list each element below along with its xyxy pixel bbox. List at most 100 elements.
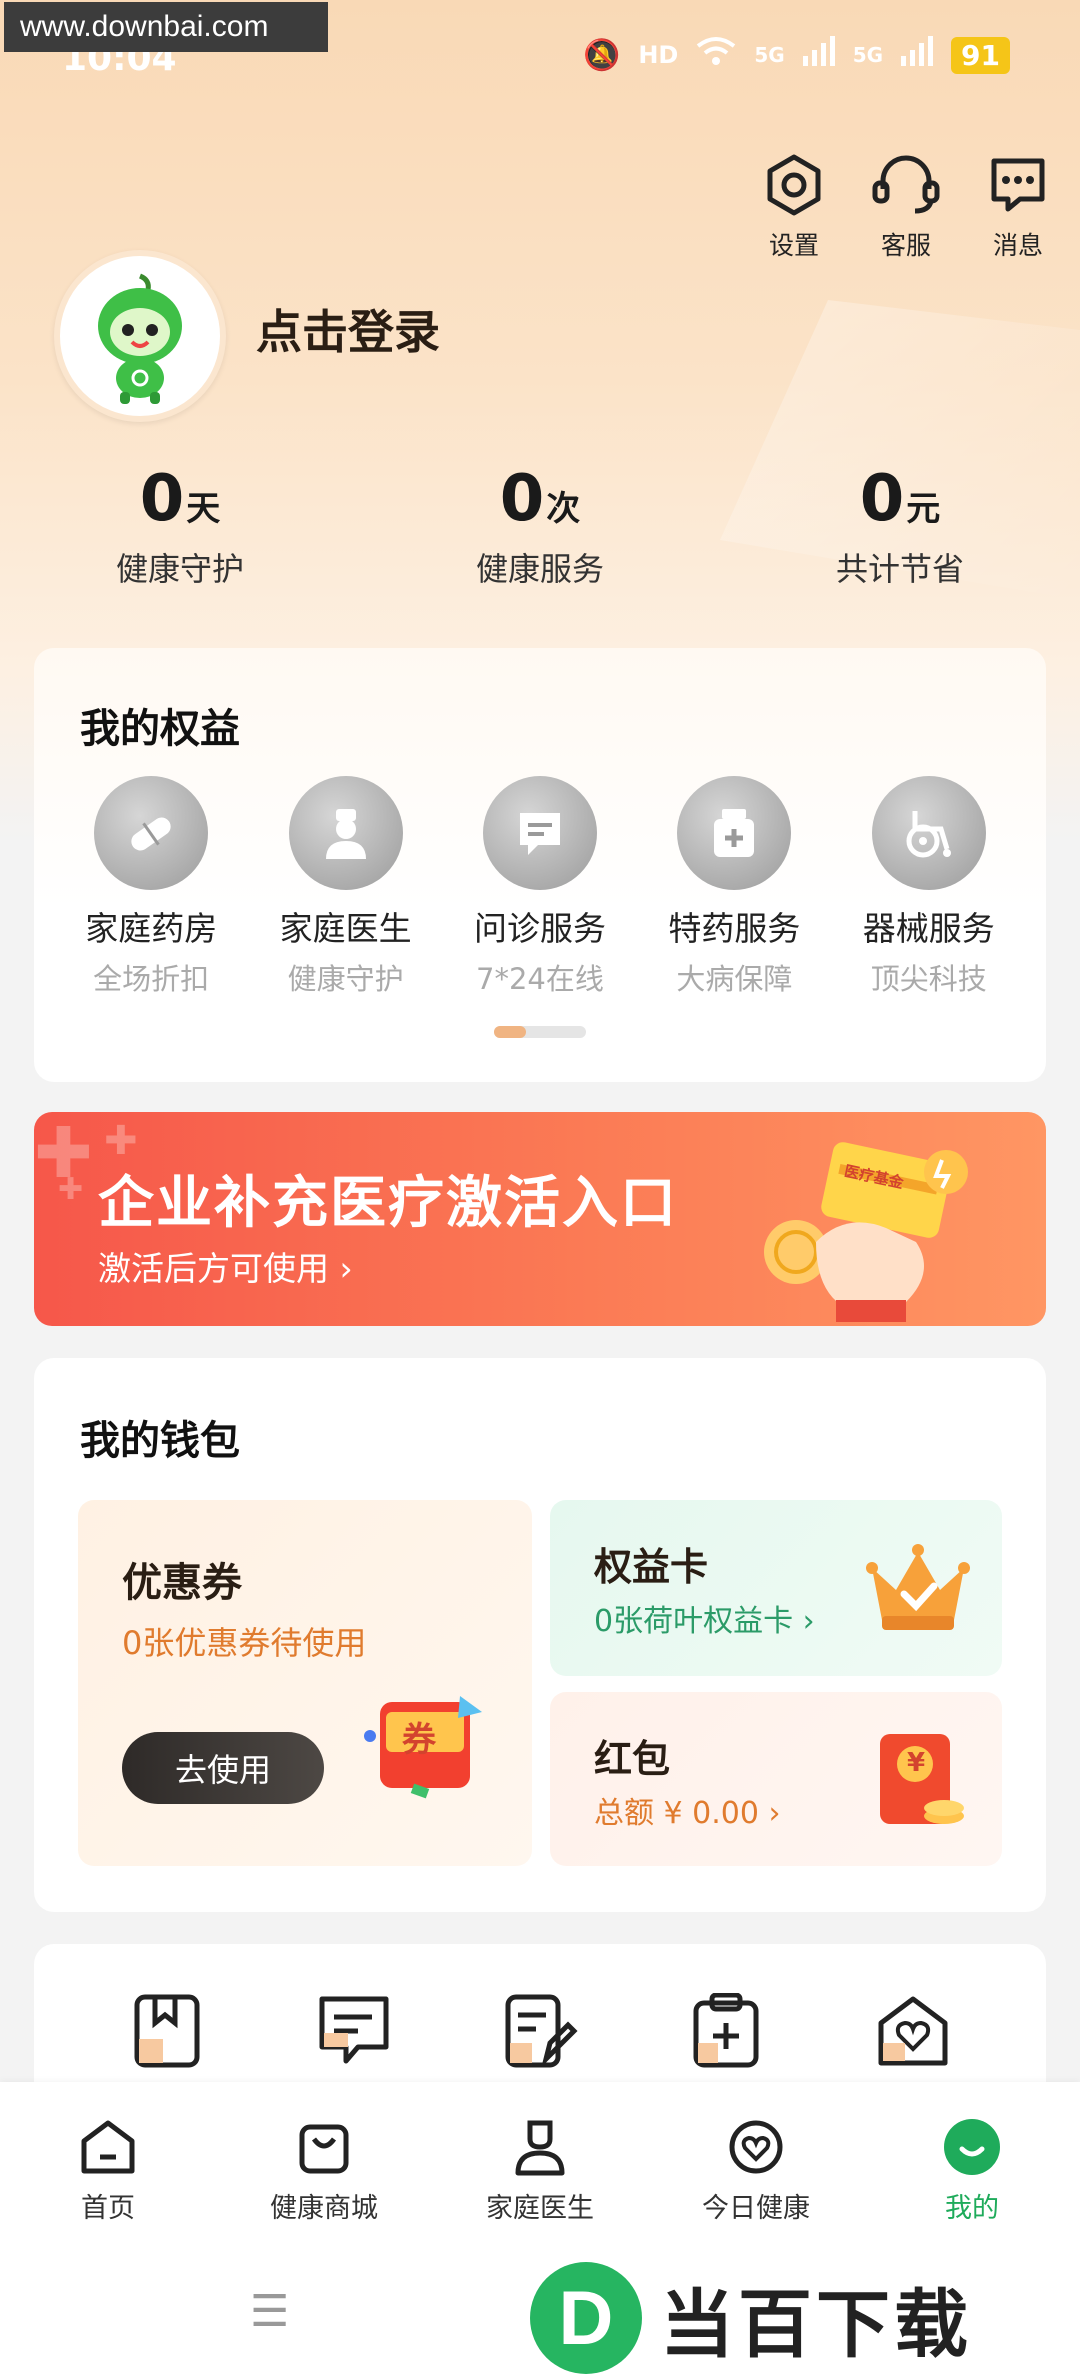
crown-icon: [858, 1528, 978, 1648]
wifi-icon: [696, 36, 736, 74]
family-health-icon[interactable]: [874, 1992, 952, 2070]
rights-title: 我的权益: [80, 706, 240, 752]
nav-label: 健康商城: [270, 2193, 378, 2224]
rights-pager: [494, 1026, 586, 1038]
nav-label: 首页: [81, 2193, 135, 2224]
chat-icon: [482, 776, 597, 890]
stat-unit: 次: [546, 489, 581, 529]
doctor-icon: [288, 776, 403, 890]
settings-label: 设置: [768, 231, 819, 260]
chevron-right-icon: ›: [768, 1796, 781, 1831]
stats-row: 0天 健康守护 0次 健康服务 0元 共计节省: [0, 462, 1080, 590]
nav-home[interactable]: 首页: [0, 2082, 216, 2246]
header-actions: 设置 客服 消息: [758, 150, 1054, 262]
rights-list: 家庭药房 全场折扣 家庭医生 健康守护 问诊服务 7*24在线 特药服务 大病保…: [34, 776, 1046, 998]
rights-item-sub: 顶尖科技: [870, 962, 987, 996]
nav-today-health[interactable]: 今日健康: [648, 2082, 864, 2246]
signal-icon: [802, 36, 835, 74]
nav-label: 我的: [945, 2193, 999, 2224]
battery-indicator: 91: [951, 36, 1010, 74]
heart-icon: [725, 2116, 787, 2178]
messages-button[interactable]: 消息: [982, 150, 1054, 262]
profile-icon: [941, 2116, 1003, 2178]
red-packet-title: 红包: [594, 1737, 671, 1781]
headset-icon: [870, 150, 942, 220]
rights-card-count-text: 0张荷叶权益卡: [594, 1604, 794, 1639]
rights-item-pharmacy[interactable]: 家庭药房 全场折扣: [61, 776, 241, 998]
bookmark-icon[interactable]: [128, 1992, 206, 2070]
red-packet-art-text: ¥: [907, 1748, 926, 1778]
nav-health-mall[interactable]: 健康商城: [216, 2082, 432, 2246]
rights-item-special-drug[interactable]: 特药服务 大病保障: [644, 776, 824, 998]
system-navigation-bar: ☰ D 当百下载: [0, 2246, 1080, 2376]
banner-subtitle: 激活后方可使用 ›: [98, 1242, 353, 1290]
messages-label: 消息: [992, 231, 1043, 260]
rights-item-label: 器械服务: [862, 909, 995, 948]
bottom-nav: 首页 健康商城 家庭医生 今日健康 我的: [0, 2082, 1080, 2246]
customer-service-button[interactable]: 客服: [870, 150, 942, 262]
rights-item-doctor[interactable]: 家庭医生 健康守护: [256, 776, 436, 998]
hd-icon: HD: [638, 41, 679, 69]
signal-icon: 5G: [754, 43, 785, 67]
nav-mine[interactable]: 我的: [864, 2082, 1080, 2246]
pill-icon: [94, 776, 209, 890]
wheelchair-icon: [871, 776, 986, 890]
medicine-box-icon: [677, 776, 792, 890]
stat-unit: 元: [906, 489, 941, 529]
status-icons: 🔕 HD 5G 5G 91: [583, 36, 1010, 74]
mute-icon: 🔕: [582, 37, 621, 73]
chevron-right-icon: ›: [802, 1604, 815, 1639]
stat-value: 0: [499, 462, 545, 536]
rights-item-sub: 大病保障: [676, 962, 793, 996]
login-button[interactable]: 点击登录: [256, 296, 440, 362]
rights-item-sub: 全场折扣: [93, 962, 210, 996]
stat-health-service[interactable]: 0次 健康服务: [360, 462, 720, 590]
rights-card-title: 权益卡: [594, 1545, 709, 1589]
tools-card: [34, 1944, 1046, 2104]
service-label: 客服: [880, 231, 931, 260]
rights-item-label: 特药服务: [668, 909, 801, 948]
menu-icon[interactable]: ☰: [250, 2286, 289, 2337]
consult-record-icon[interactable]: [315, 1992, 393, 2070]
settings-icon: [758, 150, 830, 220]
rights-item-label: 家庭医生: [279, 909, 412, 948]
stat-value: 0: [859, 462, 905, 536]
avatar[interactable]: [54, 250, 226, 422]
rights-card-count: 0张荷叶权益卡 ›: [594, 1596, 815, 1640]
doctor-icon: [509, 2116, 571, 2178]
brand-watermark: D 当百下载: [530, 2262, 972, 2374]
rights-item-sub: 健康守护: [287, 962, 404, 996]
message-icon: [982, 150, 1054, 220]
nav-family-doctor[interactable]: 家庭医生: [432, 2082, 648, 2246]
nav-label: 今日健康: [702, 2193, 810, 2224]
banner-subtitle-text: 激活后方可使用: [98, 1249, 329, 1288]
stat-total-savings[interactable]: 0元 共计节省: [720, 462, 1080, 590]
medical-clipboard-icon[interactable]: [687, 1992, 765, 2070]
red-packet-panel[interactable]: 红包 总额 ¥ 0.00 › ¥: [550, 1692, 1002, 1866]
rights-item-sub: 7*24在线: [476, 962, 604, 996]
coupon-title: 优惠券: [122, 1560, 242, 1606]
brand-logo: D: [530, 2262, 642, 2374]
pager-active-indicator: [494, 1026, 526, 1038]
rights-item-consult[interactable]: 问诊服务 7*24在线: [450, 776, 630, 998]
rights-item-device[interactable]: 器械服务 顶尖科技: [839, 776, 1019, 998]
stat-value: 0: [139, 462, 185, 536]
red-packet-total: 总额 ¥ 0.00 ›: [594, 1788, 781, 1832]
red-packet-total-text: 总额 ¥ 0.00: [594, 1796, 759, 1831]
decorative-cross-icon: ✚: [58, 1172, 84, 1207]
stat-label: 共计节省: [835, 550, 964, 588]
site-watermark: www.downbai.com: [4, 2, 328, 52]
wallet-card: 我的钱包 优惠券 0张优惠券待使用 去使用 券 权益卡 0张荷叶权益卡 › 红包…: [34, 1358, 1046, 1912]
rights-card-panel[interactable]: 权益卡 0张荷叶权益卡 ›: [550, 1500, 1002, 1676]
prescription-icon[interactable]: [501, 1992, 579, 2070]
use-coupon-button[interactable]: 去使用: [122, 1732, 324, 1804]
coupon-panel[interactable]: 优惠券 0张优惠券待使用 去使用 券: [78, 1500, 532, 1866]
stat-health-guard[interactable]: 0天 健康守护: [0, 462, 360, 590]
tools-list: [34, 1992, 1046, 2070]
settings-button[interactable]: 设置: [758, 150, 830, 262]
coupon-count: 0张优惠券待使用: [122, 1624, 367, 1662]
chevron-right-icon: ›: [339, 1249, 353, 1288]
home-icon: [77, 2116, 139, 2178]
stat-label: 健康服务: [475, 550, 604, 588]
enterprise-medical-banner[interactable]: ✚ ✚ ✚ 企业补充医疗激活入口 激活后方可使用 › 医疗基金: [34, 1112, 1046, 1326]
